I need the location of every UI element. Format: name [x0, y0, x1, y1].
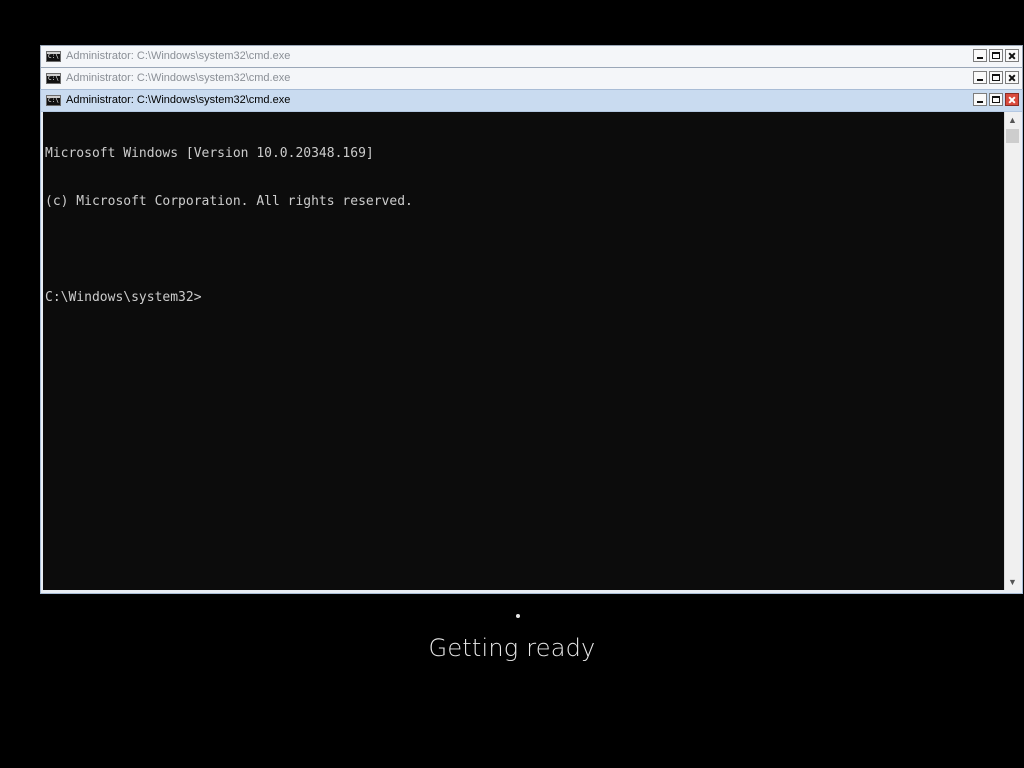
title-bar[interactable]: C:\ Administrator: C:\Windows\system32\c…	[41, 90, 1022, 112]
cmd-icon: C:\	[46, 73, 61, 84]
cmd-window-active[interactable]: C:\ Administrator: C:\Windows\system32\c…	[40, 89, 1023, 594]
maximize-button[interactable]	[989, 71, 1003, 84]
console-text: Microsoft Windows [Version 10.0.20348.16…	[45, 114, 413, 338]
minimize-button[interactable]	[973, 93, 987, 106]
scrollbar-thumb[interactable]	[1006, 129, 1019, 143]
window-title: Administrator: C:\Windows\system32\cmd.e…	[66, 72, 291, 84]
title-bar[interactable]: C:\ Administrator: C:\Windows\system32\c…	[41, 46, 1022, 68]
window-title: Administrator: C:\Windows\system32\cmd.e…	[66, 94, 291, 106]
window-controls	[973, 71, 1019, 86]
scroll-down-arrow-icon[interactable]: ▼	[1005, 574, 1020, 590]
command-prompt[interactable]: C:\Windows\system32>	[45, 290, 413, 306]
console-output[interactable]: Microsoft Windows [Version 10.0.20348.16…	[43, 112, 1004, 590]
maximize-button[interactable]	[989, 49, 1003, 62]
minimize-button[interactable]	[973, 71, 987, 84]
window-controls	[973, 49, 1019, 64]
close-button[interactable]	[1005, 49, 1019, 62]
close-button[interactable]	[1005, 71, 1019, 84]
title-bar[interactable]: C:\ Administrator: C:\Windows\system32\c…	[41, 68, 1022, 90]
window-title: Administrator: C:\Windows\system32\cmd.e…	[66, 50, 291, 62]
close-button[interactable]	[1005, 93, 1019, 106]
minimize-button[interactable]	[973, 49, 987, 62]
console-line-version: Microsoft Windows [Version 10.0.20348.16…	[45, 146, 374, 161]
status-text: Getting ready	[428, 634, 596, 662]
scroll-up-arrow-icon[interactable]: ▲	[1005, 112, 1020, 128]
console-line-copyright: (c) Microsoft Corporation. All rights re…	[45, 194, 413, 209]
cmd-icon: C:\	[46, 95, 61, 106]
vertical-scrollbar[interactable]: ▲ ▼	[1004, 112, 1020, 590]
loading-spinner-icon	[516, 614, 520, 618]
maximize-button[interactable]	[989, 93, 1003, 106]
window-controls	[973, 93, 1019, 108]
cmd-icon: C:\	[46, 51, 61, 62]
